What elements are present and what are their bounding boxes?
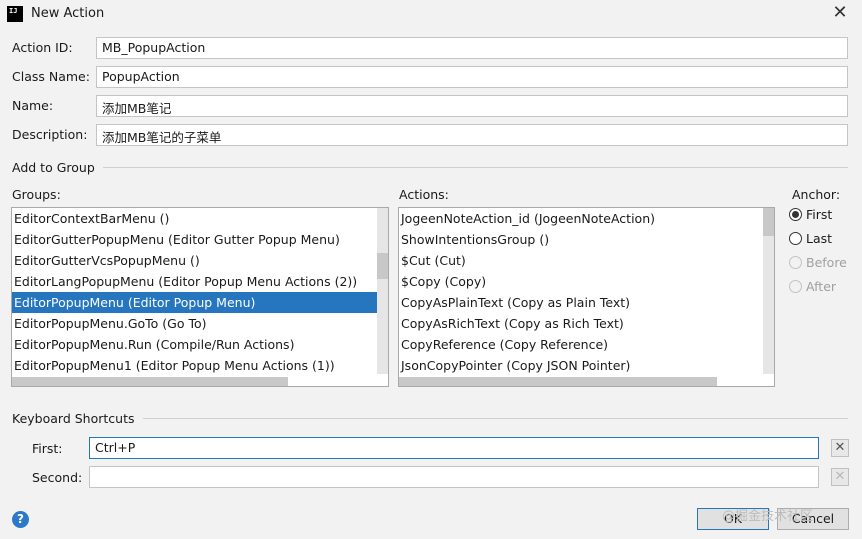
first-shortcut-label: First: [32,441,63,456]
add-to-group-divider [12,167,848,168]
anchor-last-radio[interactable]: Last [789,231,832,246]
group-item-selected[interactable]: EditorPopupMenu (Editor Popup Menu) [12,292,388,313]
action-item[interactable]: CopyAsRichText (Copy as Rich Text) [399,313,774,334]
actions-label: Actions: [399,187,449,202]
action-id-input[interactable]: MB_PopupAction [96,37,848,59]
groups-hscrollbar-thumb[interactable] [12,377,288,386]
groups-scrollbar-thumb[interactable] [377,253,388,279]
action-item[interactable]: ShowIntentionsGroup () [399,229,774,250]
title-bar [0,0,862,30]
intellij-app-icon: IJ [7,6,23,22]
group-item[interactable]: EditorGutterPopupMenu (Editor Gutter Pop… [12,229,388,250]
radio-checked-icon [789,208,802,221]
group-item[interactable]: EditorLangPopupMenu (Editor Popup Menu A… [12,271,388,292]
radio-unchecked-icon [789,232,802,245]
name-label: Name: [12,98,54,113]
groups-scrollbar[interactable] [377,208,388,374]
description-input[interactable]: 添加MB笔记的子菜单 [96,124,848,146]
keyboard-shortcuts-title: Keyboard Shortcuts [12,411,143,426]
second-shortcut-input[interactable] [89,466,819,488]
groups-list[interactable]: EditorContextBarMenu () EditorGutterPopu… [11,207,389,387]
group-item[interactable]: EditorPopupMenu1 (Editor Popup Menu Acti… [12,355,388,376]
watermark-text: @掘金技术社区 [722,509,814,524]
actions-scrollbar-thumb[interactable] [763,208,774,236]
group-item[interactable]: EditorPopupMenu.Run (Compile/Run Actions… [12,334,388,355]
close-window-button[interactable]: ✕ [829,2,851,24]
actions-hscrollbar-thumb[interactable] [399,377,717,386]
actions-scrollbar[interactable] [763,208,774,374]
name-input[interactable]: 添加MB笔记 [96,95,848,117]
action-item[interactable]: $Copy (Copy) [399,271,774,292]
action-item[interactable]: CopyReference (Copy Reference) [399,334,774,355]
group-item[interactable]: EditorPopupMenu.GoTo (Go To) [12,313,388,334]
anchor-after-label: After [806,279,837,294]
anchor-last-label: Last [806,231,833,246]
anchor-first-label: First [806,207,833,222]
clear-second-shortcut-button[interactable]: ✕ [831,468,849,486]
action-item[interactable]: CopyAsPlainText (Copy as Plain Text) [399,292,774,313]
second-shortcut-label: Second: [32,470,83,485]
group-item[interactable]: EditorGutterVcsPopupMenu () [12,250,388,271]
action-item[interactable]: $Cut (Cut) [399,250,774,271]
action-id-label: Action ID: [12,40,73,55]
action-item[interactable]: JogeenNoteAction_id (JogeenNoteAction) [399,208,774,229]
help-button[interactable]: ? [12,511,29,528]
action-item[interactable]: JsonCopyPointer (Copy JSON Pointer) [399,355,774,376]
window-title: New Action [31,6,105,21]
anchor-before-label: Before [806,255,847,270]
radio-disabled-icon [789,256,802,269]
groups-label: Groups: [12,187,61,202]
add-to-group-title: Add to Group [12,160,103,175]
actions-list[interactable]: JogeenNoteAction_id (JogeenNoteAction) S… [398,207,775,387]
class-name-input[interactable]: PopupAction [96,66,848,88]
anchor-after-radio[interactable]: After [789,279,836,294]
first-shortcut-input[interactable]: Ctrl+P [89,437,819,459]
group-item[interactable]: EditorContextBarMenu () [12,208,388,229]
clear-first-shortcut-button[interactable]: ✕ [831,439,849,457]
description-label: Description: [12,127,88,142]
anchor-first-radio[interactable]: First [789,207,832,222]
anchor-before-radio[interactable]: Before [789,255,847,270]
anchor-label: Anchor: [792,187,841,202]
radio-disabled-icon [789,280,802,293]
class-name-label: Class Name: [12,69,90,84]
